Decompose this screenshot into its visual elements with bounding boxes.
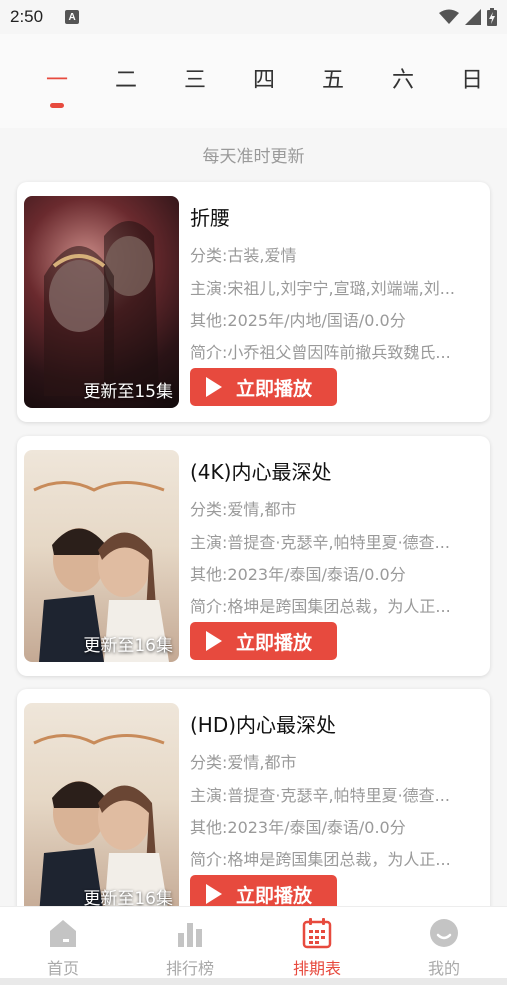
tab-home[interactable]: 首页 [0, 907, 126, 979]
weekday-wed[interactable]: 三 [175, 62, 215, 94]
drama-intro: 简介:格坤是跨国集团总裁，为人正... [190, 850, 451, 869]
drama-category: 分类:古装,爱情 [190, 246, 297, 265]
drama-other: 其他:2023年/泰国/泰语/0.0分 [190, 818, 406, 837]
weekday-sat[interactable]: 六 [383, 62, 423, 94]
poster-image[interactable]: 更新至16集 [24, 450, 179, 662]
weekday-thu[interactable]: 四 [244, 62, 284, 94]
drama-other: 其他:2023年/泰国/泰语/0.0分 [190, 565, 406, 584]
bar-chart-icon [178, 923, 202, 947]
home-indicator [0, 978, 507, 985]
notification-a-icon: A [65, 10, 80, 24]
calendar-icon [302, 918, 332, 949]
drama-intro: 简介:格坤是跨国集团总裁，为人正... [190, 597, 451, 616]
tab-ranking[interactable]: 排行榜 [127, 907, 253, 979]
profile-icon [430, 919, 458, 947]
update-status: 更新至16集 [83, 636, 173, 656]
drama-title[interactable]: 折腰 [190, 202, 230, 231]
schedule-subtitle: 每天准时更新 [202, 147, 305, 167]
status-icons [439, 8, 497, 26]
play-now-button[interactable]: 立即播放 [190, 622, 337, 660]
play-icon [206, 631, 222, 651]
play-icon [206, 884, 222, 904]
bottom-tab-bar: 首页 排行榜 排期表 我的 [0, 906, 507, 985]
tab-home-label: 首页 [46, 959, 79, 978]
battery-icon [487, 8, 497, 26]
tab-profile[interactable]: 我的 [381, 907, 507, 979]
poster-image[interactable]: 更新至16集 [24, 703, 179, 915]
update-status: 更新至15集 [83, 382, 173, 402]
play-now-label: 立即播放 [236, 631, 313, 654]
weekday-fri[interactable]: 五 [313, 62, 353, 94]
tab-schedule-label: 排期表 [292, 959, 341, 978]
drama-category: 分类:爱情,都市 [190, 753, 297, 772]
weekday-active-indicator [50, 103, 64, 108]
drama-title[interactable]: (HD)内心最深处 [190, 709, 336, 738]
play-now-label: 立即播放 [236, 884, 313, 907]
home-icon [50, 920, 76, 947]
play-now-label: 立即播放 [236, 377, 313, 400]
drama-cast: 主演:普提查·克瑟辛,帕特里夏·德查... [190, 533, 450, 552]
signal-icon [465, 9, 481, 25]
tab-profile-label: 我的 [427, 959, 460, 978]
play-icon [206, 377, 222, 397]
drama-cast: 主演:宋祖儿,刘宇宁,宣璐,刘端端,刘... [190, 279, 455, 298]
status-bar: 2:50 A [0, 0, 507, 34]
drama-other: 其他:2025年/内地/国语/0.0分 [190, 311, 406, 330]
weekday-tue[interactable]: 二 [106, 62, 146, 94]
tab-schedule[interactable]: 排期表 [254, 907, 380, 979]
weekday-selector: 一 二 三 四 五 六 日 [0, 34, 507, 128]
drama-category: 分类:爱情,都市 [190, 500, 297, 519]
tab-ranking-label: 排行榜 [165, 959, 214, 978]
poster-image[interactable]: 更新至15集 [24, 196, 179, 408]
wifi-icon [439, 9, 459, 24]
drama-cast: 主演:普提查·克瑟辛,帕特里夏·德查... [190, 786, 450, 805]
play-now-button[interactable]: 立即播放 [190, 368, 337, 406]
drama-card[interactable]: 更新至15集 折腰 分类:古装,爱情 主演:宋祖儿,刘宇宁,宣璐,刘端端,刘..… [17, 182, 490, 422]
drama-intro: 简介:小乔祖父曾因阵前撤兵致魏氏... [190, 343, 451, 362]
drama-card[interactable]: 更新至16集 (HD)内心最深处 分类:爱情,都市 主演:普提查·克瑟辛,帕特里… [17, 689, 490, 929]
drama-card[interactable]: 更新至16集 (4K)内心最深处 分类:爱情,都市 主演:普提查·克瑟辛,帕特里… [17, 436, 490, 676]
status-time: 2:50 [10, 7, 44, 26]
drama-title[interactable]: (4K)内心最深处 [190, 456, 331, 485]
weekday-mon[interactable]: 一 [37, 62, 77, 94]
weekday-sun[interactable]: 日 [452, 62, 492, 94]
